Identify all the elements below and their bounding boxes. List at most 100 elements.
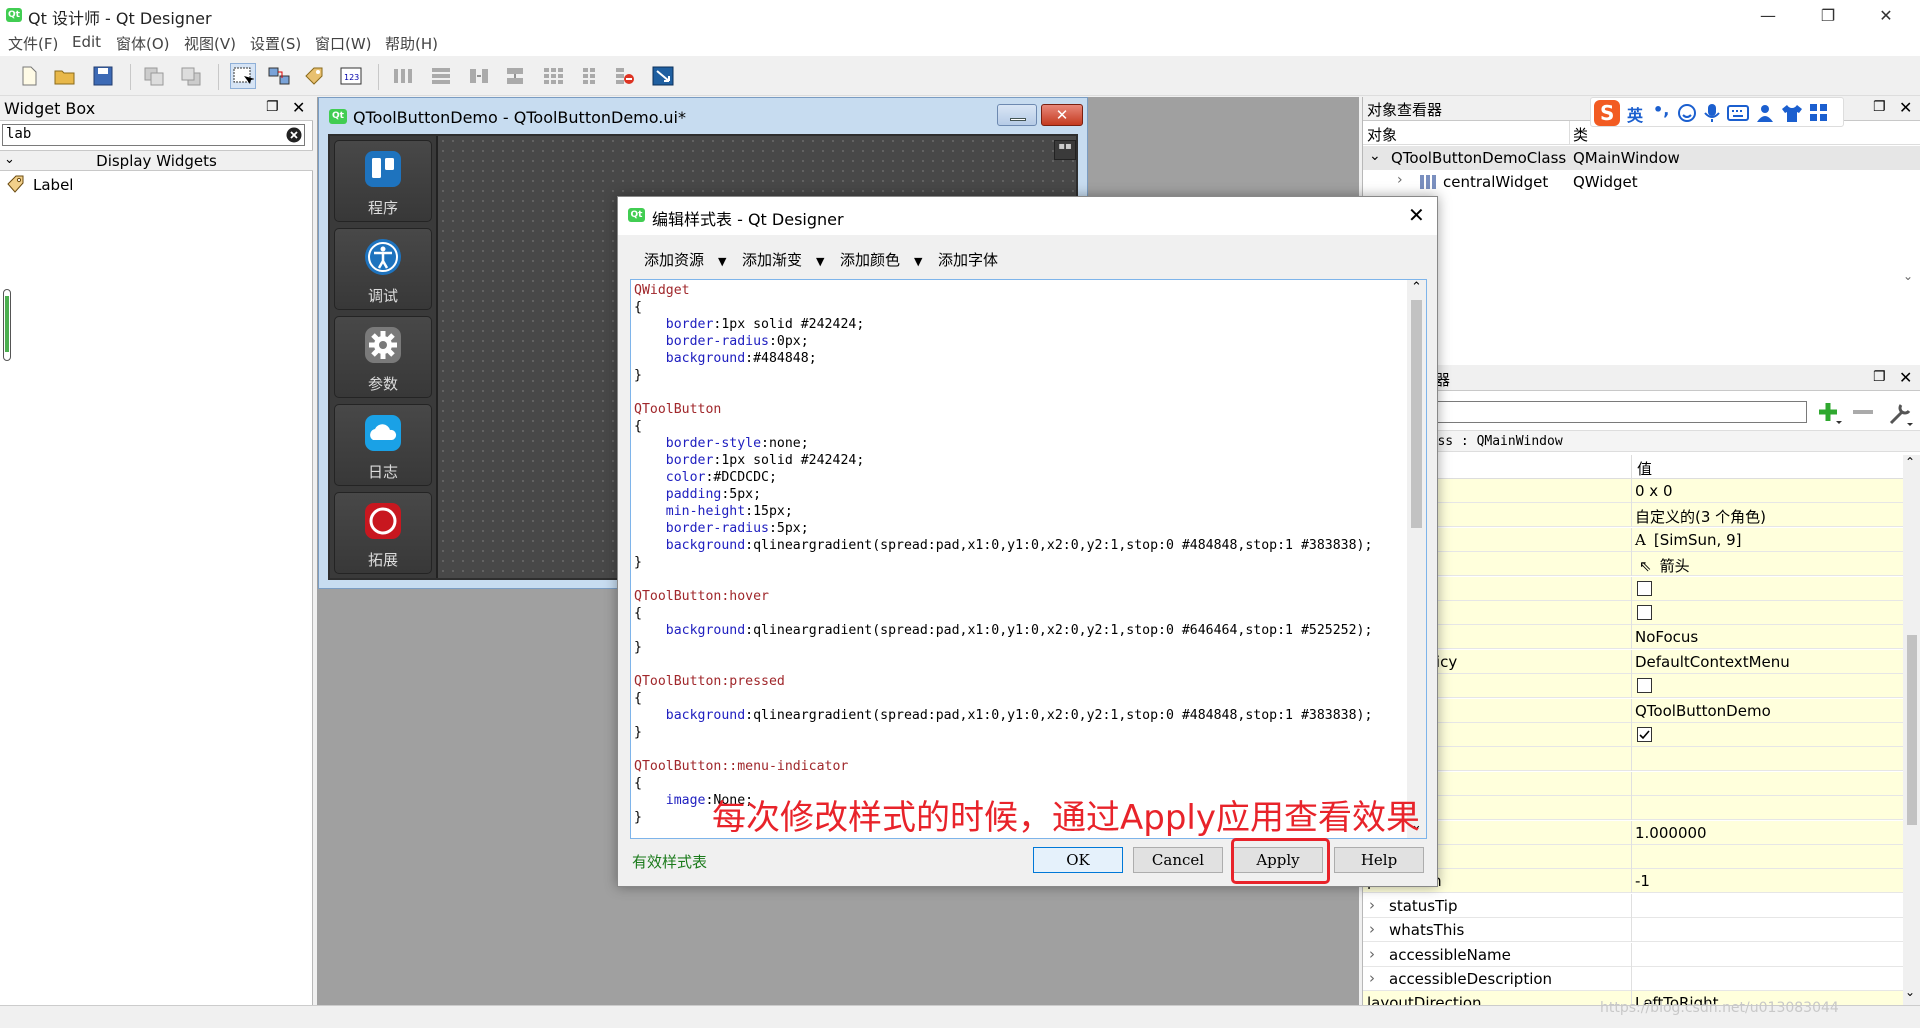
stylesheet-editor[interactable]: QWidget{ border:1px solid #242424; borde… [630, 279, 1427, 839]
editor-scrollbar[interactable]: ⌃ ⌄ [1407, 280, 1426, 838]
add-property-icon[interactable] [1815, 399, 1843, 427]
property-row[interactable]: 翻译的 [1363, 723, 1903, 747]
chevron-right-icon[interactable]: › [1369, 920, 1375, 938]
property-row[interactable]: tMenuPolicyDefaultContextMenu [1363, 649, 1903, 674]
property-row[interactable]: 译 [1363, 771, 1903, 796]
menu-edit[interactable]: Edit [72, 33, 101, 51]
property-value[interactable]: A [SimSun, 9] [1635, 531, 1741, 549]
property-row[interactable]: wIcon [1363, 796, 1903, 821]
property-row[interactable]: › whatsThis [1363, 918, 1903, 943]
property-row[interactable]: Tracking [1363, 601, 1903, 625]
save-button[interactable] [90, 63, 116, 89]
checkbox-unchecked[interactable] [1637, 605, 1652, 620]
new-file-button[interactable] [16, 63, 42, 89]
menu-help[interactable]: 帮助(H) [385, 33, 438, 54]
add-color-button[interactable]: 添加颜色 ▼ [840, 249, 922, 270]
scroll-up-arrow-icon[interactable]: ⌃ [1411, 280, 1422, 295]
scroll-slider[interactable] [3, 289, 11, 361]
property-value[interactable]: 0 x 0 [1635, 482, 1673, 500]
add-resource-button[interactable]: 添加资源 ▼ [644, 249, 726, 270]
open-file-button[interactable] [52, 63, 78, 89]
property-value[interactable]: 自定义的(3 个角色) [1635, 506, 1766, 527]
property-row[interactable]: tDrops [1363, 674, 1903, 699]
tool-button-debug[interactable]: 调试 [334, 228, 432, 310]
edit-tab-order-button[interactable]: 123 [338, 63, 364, 89]
chevron-right-icon[interactable]: › [1369, 945, 1375, 963]
menu-form[interactable]: 窗体(O) [116, 33, 170, 54]
scroll-up-arrow-icon[interactable]: ⌃ [1905, 455, 1915, 469]
property-row[interactable]: 青 [1363, 747, 1903, 772]
user-icon[interactable] [1755, 103, 1775, 123]
close-panel-icon[interactable]: ✕ [292, 98, 305, 117]
property-row[interactable]: wOpacity1.000000 [1363, 820, 1903, 845]
break-layout-button[interactable] [612, 63, 638, 89]
close-panel-icon[interactable]: ✕ [1899, 98, 1912, 117]
ime-language[interactable]: 英 [1627, 102, 1643, 126]
property-value[interactable]: DefaultContextMenu [1635, 653, 1790, 671]
scroll-thumb[interactable] [1411, 300, 1422, 528]
property-row[interactable]: ⇖ 箭头 [1363, 552, 1903, 577]
property-row[interactable]: eTracking [1363, 576, 1903, 601]
property-row[interactable]: › statusTip [1363, 893, 1903, 918]
property-value[interactable]: -1 [1635, 872, 1650, 890]
menu-view[interactable]: 视图(V) [184, 33, 236, 54]
object-row-mainwindow[interactable]: ⌄ QToolButtonDemoClass QMainWindow [1363, 146, 1920, 170]
property-value[interactable]: 1.000000 [1635, 824, 1707, 842]
toolbox-grid-icon[interactable] [1809, 103, 1829, 123]
layout-vertical-button[interactable] [428, 63, 454, 89]
property-row[interactable]: › accessibleName [1363, 942, 1903, 967]
skin-shirt-icon[interactable] [1781, 103, 1803, 123]
edit-buddies-button[interactable] [302, 63, 328, 89]
stylesheet-dialog[interactable]: Qt 编辑样式表 - Qt Designer ✕ 添加资源 ▼ 添加渐变 ▼ 添加颜… [617, 196, 1438, 887]
edit-widgets-button[interactable] [230, 63, 256, 89]
chevron-right-icon[interactable]: › [1369, 896, 1375, 914]
float-icon[interactable]: ❐ [266, 99, 279, 115]
property-value[interactable]: QToolButtonDemo [1635, 702, 1771, 720]
microphone-icon[interactable] [1703, 103, 1721, 123]
menu-window[interactable]: 窗口(W) [315, 33, 372, 54]
property-row[interactable]: pDuration-1 [1363, 869, 1903, 894]
property-row[interactable]: A [SimSun, 9] [1363, 527, 1903, 552]
edit-signals-button[interactable] [266, 63, 292, 89]
layout-splitter-v-button[interactable] [502, 63, 528, 89]
help-button[interactable]: Help [1334, 847, 1424, 873]
form-close-button[interactable]: ✕ [1041, 104, 1083, 126]
remove-property-icon[interactable] [1851, 403, 1875, 421]
chevron-right-icon[interactable]: › [1397, 172, 1403, 188]
property-row[interactable]: ze0 x 0 [1363, 479, 1903, 503]
ime-toolbar[interactable]: S 英 •, [1590, 97, 1844, 127]
checkbox-unchecked[interactable] [1637, 580, 1652, 596]
layout-horizontal-button[interactable] [390, 63, 416, 89]
form-minimize-button[interactable] [997, 104, 1037, 126]
property-row[interactable]: e自定义的(3 个角色) [1363, 503, 1903, 528]
add-font-button[interactable]: 添加字体 [938, 249, 998, 270]
clear-search-icon[interactable] [286, 127, 302, 143]
property-row[interactable]: p [1363, 845, 1903, 869]
tool-button-params[interactable]: 参数 [334, 316, 432, 398]
minimize-button[interactable]: — [1740, 0, 1796, 30]
restore-button[interactable]: ❐ [1800, 0, 1856, 30]
menu-settings[interactable]: 设置(S) [250, 33, 301, 54]
property-row[interactable]: wTitleQToolButtonDemo [1363, 698, 1903, 723]
layout-grid-button[interactable] [540, 63, 566, 89]
property-value[interactable]: NoFocus [1635, 628, 1698, 646]
adjust-size-button[interactable] [650, 63, 676, 89]
stylesheet-code[interactable]: QWidget{ border:1px solid #242424; borde… [634, 282, 1404, 826]
close-button[interactable]: ✕ [1858, 0, 1914, 30]
chevron-down-icon[interactable]: ⌄ [1369, 148, 1381, 164]
tool-button-extend[interactable]: 拓展 [334, 492, 432, 574]
menu-file[interactable]: 文件(F) [8, 33, 58, 54]
property-row[interactable]: olicyNoFocus [1363, 625, 1903, 650]
object-row-centralwidget[interactable]: › centralWidget QWidget [1363, 170, 1920, 194]
widget-search-input[interactable]: lab [2, 124, 305, 146]
ime-punctuation[interactable]: •, [1653, 100, 1669, 119]
send-back-button[interactable] [141, 63, 167, 89]
scroll-thumb[interactable] [1907, 635, 1917, 825]
cancel-button[interactable]: Cancel [1133, 847, 1223, 873]
tool-button-program[interactable]: 程序 [334, 140, 432, 222]
layout-splitter-h-button[interactable] [466, 63, 492, 89]
property-value[interactable]: ⇖ 箭头 [1635, 555, 1690, 576]
scroll-down-arrow-icon[interactable]: ⌄ [1905, 985, 1915, 999]
widget-item-label[interactable]: Label [6, 175, 286, 197]
keyboard-icon[interactable] [1727, 104, 1749, 122]
